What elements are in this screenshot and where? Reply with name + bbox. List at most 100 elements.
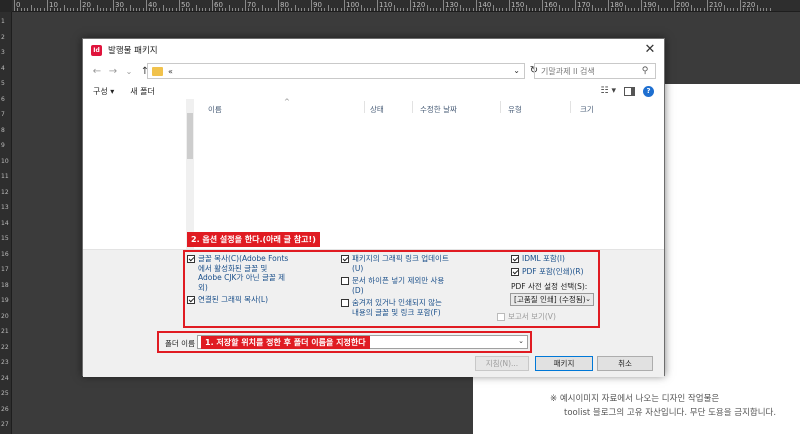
- ruler-tick: [23, 8, 25, 11]
- label-pdf-print: PDF 포함(인쇄)(R): [522, 267, 584, 276]
- back-arrow-icon[interactable]: ←: [89, 66, 105, 77]
- ruler-tick: [604, 8, 606, 11]
- nav-pane-scrollbar[interactable]: [186, 99, 194, 249]
- ruler-tick-label: 21: [1, 328, 9, 335]
- checkbox-copy-fonts[interactable]: [187, 255, 195, 263]
- column-divider[interactable]: [364, 101, 365, 113]
- ruler-tick: [495, 8, 497, 11]
- annotation-folder: 1. 저장할 위치를 정한 후 폴더 이름을 지정한다: [201, 336, 370, 349]
- new-folder-button[interactable]: 새 폴더: [130, 86, 155, 97]
- column-type[interactable]: 유형: [508, 104, 522, 115]
- ruler-tick: [528, 8, 530, 11]
- column-status[interactable]: 상태: [370, 104, 384, 115]
- address-bar[interactable]: « ⌄: [147, 63, 525, 79]
- ruler-tick: [687, 8, 689, 11]
- ruler-tick: [525, 5, 527, 11]
- ruler-tick: [301, 8, 303, 11]
- ruler-origin[interactable]: [0, 0, 12, 12]
- help-icon[interactable]: ?: [643, 85, 654, 97]
- ruler-tick-label: 24: [1, 374, 9, 382]
- checkbox-doc-hyphen[interactable]: [341, 277, 349, 285]
- ruler-tick: [502, 8, 504, 11]
- column-modified[interactable]: 수정한 날짜: [420, 104, 457, 115]
- option-update-links[interactable]: 패키지의 그래픽 링크 업데이트(U): [341, 254, 449, 273]
- ruler-tick: [697, 8, 699, 11]
- ruler-tick: [608, 0, 609, 11]
- indesign-app-icon: Id: [91, 44, 102, 56]
- forward-arrow-icon[interactable]: →: [105, 66, 121, 77]
- option-copy-linked[interactable]: 연결된 그래픽 복사(L): [187, 295, 307, 305]
- option-view-report[interactable]: 보고서 보기(V): [497, 312, 587, 322]
- package-button[interactable]: 패키지: [535, 356, 593, 371]
- address-dropdown-icon[interactable]: ⌄: [513, 66, 520, 75]
- ruler-tick: [162, 5, 164, 11]
- scrollbar-thumb[interactable]: [187, 113, 193, 159]
- ruler-tick: [93, 8, 95, 11]
- ruler-tick: [205, 8, 207, 11]
- ruler-tick: [713, 8, 715, 11]
- ruler-tick: [545, 8, 547, 11]
- instructions-button[interactable]: 지침(N)...: [475, 356, 529, 371]
- ruler-tick: [479, 8, 481, 11]
- ruler-tick: [456, 8, 458, 11]
- ruler-tick: [419, 8, 421, 11]
- ruler-tick: [37, 8, 39, 11]
- ruler-tick: [518, 8, 520, 11]
- ruler-tick: [169, 8, 171, 11]
- option-idml[interactable]: IDML 포함(I): [511, 254, 601, 264]
- ruler-tick-label: 17: [1, 266, 9, 273]
- ruler-tick: [307, 8, 309, 11]
- file-list[interactable]: ^ 이름 상태 수정한 날짜 유형 크기: [83, 98, 664, 249]
- ruler-tick: [281, 8, 283, 11]
- checkbox-view-report[interactable]: [497, 313, 505, 321]
- ruler-tick: [129, 5, 131, 11]
- ruler-tick: [383, 8, 385, 11]
- ruler-tick-label: 14: [1, 219, 9, 227]
- ruler-tick: [254, 8, 256, 11]
- column-name[interactable]: 이름: [208, 104, 222, 115]
- column-divider[interactable]: [570, 101, 571, 113]
- ruler-tick: [192, 8, 194, 11]
- checkbox-update-links[interactable]: [341, 255, 349, 263]
- column-divider[interactable]: [500, 101, 501, 113]
- checkbox-pdf-print[interactable]: [511, 268, 519, 276]
- close-button[interactable]: ✕: [642, 42, 658, 58]
- ruler-tick: [548, 8, 550, 11]
- column-divider[interactable]: [412, 101, 413, 113]
- preview-pane-icon[interactable]: [624, 86, 635, 96]
- organize-menu[interactable]: 구성 ▾: [93, 86, 114, 97]
- ruler-tick: [268, 8, 270, 11]
- ruler-tick: [720, 8, 722, 11]
- ruler-tick: [462, 8, 464, 11]
- watermark-note: ※ 예시이미지 자료에서 나오는 디자인 작업물은 toolist 블로그의 고…: [550, 392, 776, 420]
- option-hidden-content[interactable]: 숨겨져 있거나 인쇄되지 않는 내용의 글꼴 및 링크 포함(F): [341, 298, 449, 317]
- ruler-tick: [17, 8, 19, 11]
- checkbox-copy-linked[interactable]: [187, 296, 195, 304]
- ruler-tick: [70, 8, 72, 11]
- checkbox-hidden-content[interactable]: [341, 299, 349, 307]
- search-input[interactable]: 기말과제 ll 검색 ⚲: [534, 63, 656, 79]
- ruler-tick: [271, 8, 273, 11]
- recent-locations-chevron-icon[interactable]: ⌄: [121, 67, 137, 76]
- ruler-tick: [650, 8, 652, 11]
- option-doc-hyphen[interactable]: 문서 하이픈 넣기 제외만 사용(D): [341, 276, 449, 295]
- ruler-tick: [443, 0, 444, 11]
- pdf-preset-select[interactable]: [고품질 인쇄] (수정됨) ⌄: [510, 293, 594, 306]
- option-copy-fonts[interactable]: 글꼴 복사(C)(Adobe Fonts 에서 활성화된 글꼴 및 Adobe …: [187, 254, 289, 292]
- ruler-tick: [393, 5, 395, 11]
- ruler-tick: [522, 8, 524, 11]
- ruler-tick: [403, 8, 405, 11]
- option-pdf-print[interactable]: PDF 포함(인쇄)(R): [511, 267, 601, 277]
- column-size[interactable]: 크기: [580, 104, 594, 115]
- ruler-tick: [743, 8, 745, 11]
- ruler-tick: [634, 8, 636, 11]
- ruler-tick: [703, 8, 705, 11]
- cancel-button[interactable]: 취소: [597, 356, 653, 371]
- package-options-highlight: 글꼴 복사(C)(Adobe Fonts 에서 활성화된 글꼴 및 Adobe …: [183, 250, 600, 328]
- checkbox-idml[interactable]: [511, 255, 519, 263]
- label-copy-fonts: 글꼴 복사(C)(Adobe Fonts 에서 활성화된 글꼴 및 Adobe …: [198, 254, 289, 292]
- view-options-icon[interactable]: ☷ ▾: [601, 86, 616, 96]
- chevron-down-icon[interactable]: ⌄: [518, 337, 524, 345]
- ruler-tick: [707, 0, 708, 11]
- ruler-tick: [598, 8, 600, 11]
